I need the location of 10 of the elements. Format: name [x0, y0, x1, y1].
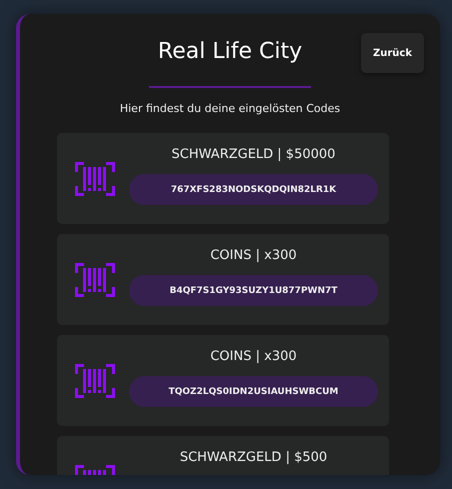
code-pill: TQOZ2LQS0IDN2USIAUHSWBCUM	[129, 376, 378, 407]
reward-label: COINS | x300	[210, 247, 297, 263]
reward-label: COINS | x300	[210, 348, 297, 364]
back-button[interactable]: Zurück	[361, 33, 424, 73]
reward-label: SCHWARZGELD | $500	[180, 449, 328, 465]
panel-title: Real Life City	[158, 38, 302, 66]
code-pill: B4QF7S1GY93SUZY1U877PWN7T	[129, 275, 378, 306]
subtitle: Hier findest du deine eingelösten Codes	[120, 102, 340, 115]
reward-label: SCHWARZGELD | $50000	[172, 146, 336, 162]
code-pill: 767XFS283NODSKQDQIN82LR1K	[129, 174, 378, 205]
